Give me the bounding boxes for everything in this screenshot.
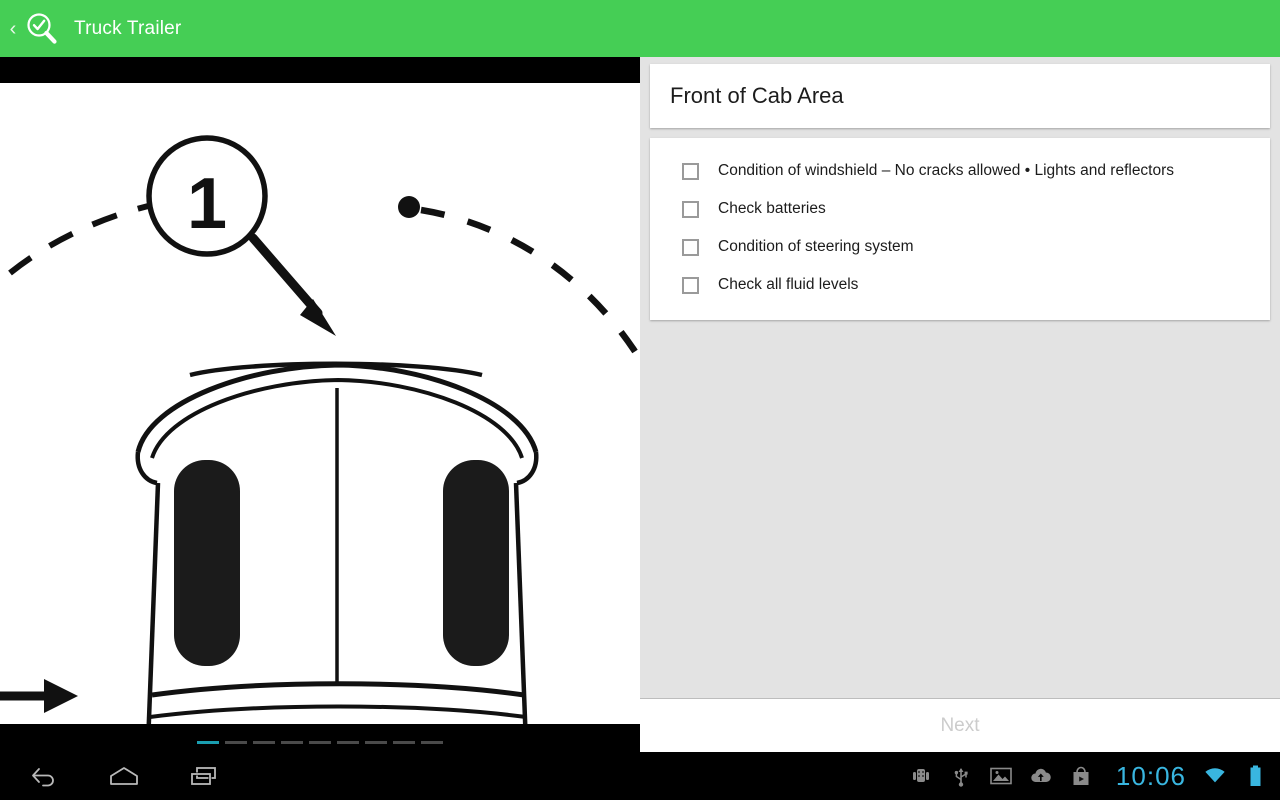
- action-bar: ‹ Truck Trailer: [0, 0, 1280, 57]
- page-dot[interactable]: [309, 741, 331, 744]
- checklist-item-label: Condition of windshield – No cracks allo…: [718, 162, 1175, 179]
- truck-cab-front-illustration: 1: [0, 83, 640, 724]
- battery-full-icon: [1244, 765, 1266, 787]
- screenshot-image-icon: [990, 765, 1012, 787]
- android-debug-icon: [910, 765, 932, 787]
- page-indicator[interactable]: [0, 741, 640, 744]
- checkbox-icon[interactable]: [682, 276, 699, 294]
- svg-text:1: 1: [187, 164, 227, 244]
- section-title: Front of Cab Area: [670, 83, 844, 108]
- checkbox-icon[interactable]: [682, 238, 699, 256]
- nav-buttons-group: [24, 760, 224, 792]
- page-title: Truck Trailer: [74, 17, 182, 39]
- page-dot[interactable]: [365, 741, 387, 744]
- checklist-row[interactable]: Condition of steering system: [650, 228, 1270, 266]
- section-header-card: Front of Cab Area: [650, 64, 1270, 128]
- checklist-pane: Front of Cab Area Condition of windshiel…: [640, 57, 1280, 752]
- footer-bar: Next: [640, 698, 1280, 752]
- page-dot[interactable]: [393, 741, 415, 744]
- illustration-pane[interactable]: 1: [0, 57, 640, 752]
- status-icons-group: 10:06: [910, 761, 1266, 792]
- checklist-item-label: Condition of steering system: [718, 238, 914, 255]
- page-dot[interactable]: [337, 741, 359, 744]
- back-chevron-icon[interactable]: ‹: [4, 19, 22, 39]
- home-nav-button[interactable]: [104, 760, 144, 792]
- page-dot[interactable]: [281, 741, 303, 744]
- usb-icon: [950, 765, 972, 787]
- page-dot[interactable]: [225, 741, 247, 744]
- checklist-row[interactable]: Condition of windshield – No cracks allo…: [650, 152, 1270, 190]
- home-icon: [110, 767, 138, 785]
- magnifier-check-logo: [27, 12, 57, 44]
- checklist-item-label: Check all fluid levels: [718, 276, 859, 293]
- next-button[interactable]: Next: [940, 715, 979, 737]
- play-store-icon: [1070, 765, 1092, 787]
- system-navigation-bar: 10:06: [0, 752, 1280, 800]
- page-dot[interactable]: [421, 741, 443, 744]
- checkbox-icon[interactable]: [682, 200, 699, 218]
- checklist-row[interactable]: Check all fluid levels: [650, 266, 1270, 304]
- checklist-item-label: Check batteries: [718, 200, 826, 217]
- recents-nav-button[interactable]: [184, 760, 224, 792]
- checklist-card: Condition of windshield – No cracks allo…: [650, 138, 1270, 320]
- cloud-upload-icon: [1030, 765, 1052, 787]
- back-nav-button[interactable]: [24, 760, 64, 792]
- checkbox-icon[interactable]: [682, 162, 699, 180]
- back-arrow-icon: [32, 768, 54, 787]
- app-screen: ‹ Truck Trailer 1 Front of Cab Area Cond…: [0, 0, 1280, 800]
- checklist-row[interactable]: Check batteries: [650, 190, 1270, 228]
- page-dot[interactable]: [197, 741, 219, 744]
- wifi-icon: [1204, 765, 1226, 787]
- status-clock: 10:06: [1115, 760, 1186, 791]
- recent-apps-icon: [190, 767, 216, 786]
- page-dot[interactable]: [253, 741, 275, 744]
